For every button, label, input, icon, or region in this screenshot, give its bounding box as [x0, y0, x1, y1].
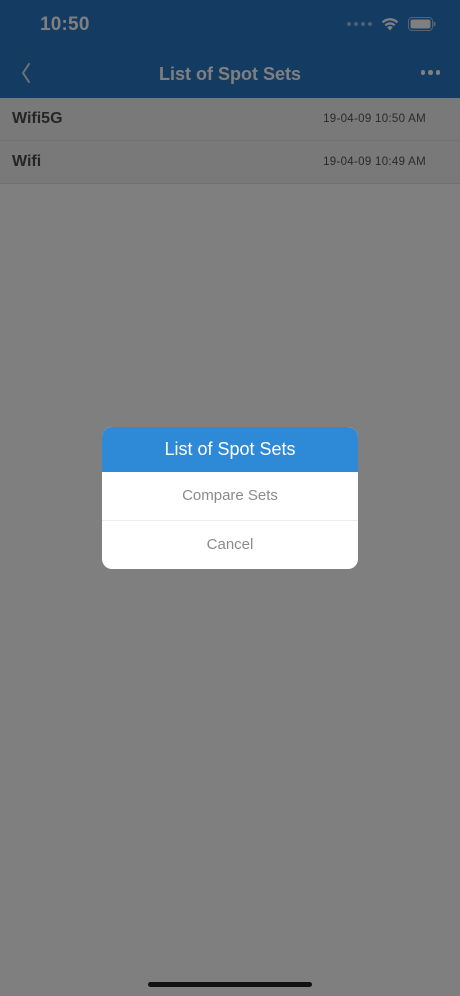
home-indicator[interactable] [148, 982, 312, 987]
cancel-button[interactable]: Cancel [102, 520, 358, 568]
compare-sets-button[interactable]: Compare Sets [102, 472, 358, 520]
dialog-title: List of Spot Sets [102, 427, 358, 472]
action-dialog: List of Spot Sets Compare Sets Cancel [102, 427, 358, 569]
screen: 10:50 [0, 0, 460, 996]
